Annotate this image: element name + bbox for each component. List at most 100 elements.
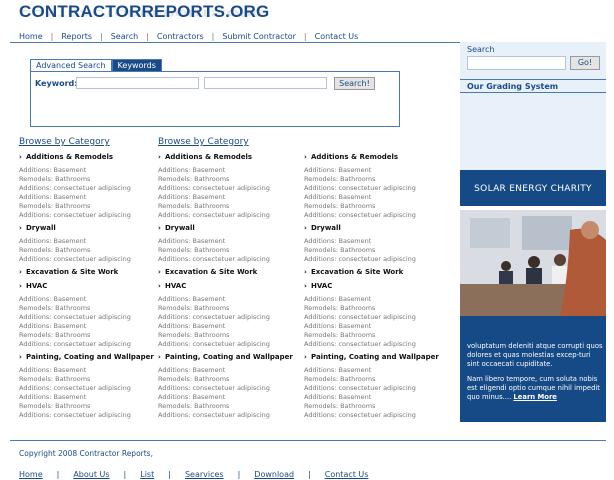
category-heading[interactable]: › Drywall bbox=[304, 224, 341, 232]
category-item[interactable]: Additions: consectetuer adipiscing bbox=[304, 313, 416, 322]
category-item[interactable]: Remodels: Bathrooms bbox=[158, 246, 229, 255]
category-item[interactable]: Additions: consectetuer adipiscing bbox=[158, 211, 270, 220]
category-item[interactable]: Remodels: Bathrooms bbox=[19, 331, 90, 340]
footer-link-contact-us[interactable]: Contact Us bbox=[325, 470, 369, 479]
tab-advanced-search[interactable]: Advanced Search bbox=[30, 59, 112, 71]
category-heading[interactable]: › Drywall bbox=[158, 224, 195, 232]
browse-by-category-link[interactable]: Browse by Category bbox=[19, 137, 110, 147]
category-item[interactable]: Additions: Basement bbox=[158, 193, 225, 202]
category-item[interactable]: Remodels: Bathrooms bbox=[19, 246, 90, 255]
category-item[interactable]: Remodels: Bathrooms bbox=[304, 202, 375, 211]
category-item[interactable]: Additions: consectetuer adipiscing bbox=[19, 184, 131, 193]
category-item[interactable]: Additions: consectetuer adipiscing bbox=[19, 384, 131, 393]
nav-submit-contractor[interactable]: Submit Contractor bbox=[222, 32, 296, 41]
category-heading[interactable]: › Painting, Coating and Wallpaper bbox=[158, 353, 293, 361]
category-item[interactable]: Remodels: Bathrooms bbox=[19, 402, 90, 411]
category-item[interactable]: Remodels: Bathrooms bbox=[158, 202, 229, 211]
category-item[interactable]: Additions: Basement bbox=[304, 366, 371, 375]
category-item[interactable]: Additions: consectetuer adipiscing bbox=[19, 255, 131, 264]
go-button[interactable]: Go! bbox=[570, 56, 600, 70]
category-item[interactable]: Additions: Basement bbox=[304, 295, 371, 304]
category-item[interactable]: Additions: Basement bbox=[158, 237, 225, 246]
category-item[interactable]: Additions: consectetuer adipiscing bbox=[19, 211, 131, 220]
footer-link-home[interactable]: Home bbox=[19, 470, 43, 479]
grading-system-link[interactable]: Our Grading System bbox=[467, 82, 558, 91]
nav-home[interactable]: Home bbox=[19, 32, 43, 41]
nav-search[interactable]: Search bbox=[111, 32, 138, 41]
category-item[interactable]: Additions: Basement bbox=[304, 237, 371, 246]
category-item[interactable]: Remodels: Bathrooms bbox=[304, 246, 375, 255]
category-item[interactable]: Remodels: Bathrooms bbox=[304, 375, 375, 384]
category-item[interactable]: Additions: Basement bbox=[19, 393, 86, 402]
category-item[interactable]: Additions: Basement bbox=[19, 193, 86, 202]
category-item[interactable]: Additions: Basement bbox=[19, 322, 86, 331]
category-item[interactable]: Remodels: Bathrooms bbox=[158, 375, 229, 384]
category-item[interactable]: Additions: Basement bbox=[19, 366, 86, 375]
category-item[interactable]: Additions: Basement bbox=[158, 366, 225, 375]
category-item[interactable]: Additions: consectetuer adipiscing bbox=[304, 340, 416, 349]
category-heading[interactable]: › HVAC bbox=[19, 282, 47, 290]
nav-contact-us[interactable]: Contact Us bbox=[315, 32, 359, 41]
category-heading[interactable]: › Painting, Coating and Wallpaper bbox=[19, 353, 154, 361]
category-item[interactable]: Additions: Basement bbox=[304, 166, 371, 175]
category-item[interactable]: Additions: consectetuer adipiscing bbox=[19, 411, 131, 420]
category-item[interactable]: Additions: consectetuer adipiscing bbox=[158, 313, 270, 322]
category-item[interactable]: Remodels: Bathrooms bbox=[304, 331, 375, 340]
category-item[interactable]: Additions: Basement bbox=[19, 295, 86, 304]
category-item[interactable]: Additions: Basement bbox=[19, 237, 86, 246]
category-heading[interactable]: › Painting, Coating and Wallpaper bbox=[304, 353, 439, 361]
category-item[interactable]: Remodels: Bathrooms bbox=[158, 331, 229, 340]
category-item[interactable]: Remodels: Bathrooms bbox=[158, 304, 229, 313]
search-button[interactable]: Search! bbox=[334, 77, 375, 90]
category-item[interactable]: Additions: consectetuer adipiscing bbox=[304, 184, 416, 193]
category-item[interactable]: Additions: Basement bbox=[304, 322, 371, 331]
category-item[interactable]: Additions: consectetuer adipiscing bbox=[304, 255, 416, 264]
category-item[interactable]: Additions: Basement bbox=[304, 193, 371, 202]
category-item[interactable]: Remodels: Bathrooms bbox=[19, 375, 90, 384]
category-item[interactable]: Additions: Basement bbox=[158, 166, 225, 175]
category-item[interactable]: Remodels: Bathrooms bbox=[19, 175, 90, 184]
category-heading[interactable]: › Excavation & Site Work bbox=[19, 268, 118, 276]
category-heading[interactable]: › Additions & Remodels bbox=[19, 153, 113, 161]
category-item[interactable]: Additions: consectetuer adipiscing bbox=[304, 384, 416, 393]
sidebar-search-input[interactable] bbox=[467, 56, 566, 70]
footer-link-download[interactable]: Download bbox=[254, 470, 294, 479]
category-item[interactable]: Additions: consectetuer adipiscing bbox=[158, 255, 270, 264]
category-item[interactable]: Additions: Basement bbox=[158, 393, 225, 402]
nav-reports[interactable]: Reports bbox=[61, 32, 92, 41]
category-item[interactable]: Remodels: Bathrooms bbox=[158, 175, 229, 184]
category-item[interactable]: Remodels: Bathrooms bbox=[19, 304, 90, 313]
category-item[interactable]: Additions: consectetuer adipiscing bbox=[158, 384, 270, 393]
category-item[interactable]: Additions: Basement bbox=[158, 295, 225, 304]
category-heading[interactable]: › Additions & Remodels bbox=[304, 153, 398, 161]
footer-link-services[interactable]: Searvices bbox=[185, 470, 224, 479]
category-item[interactable]: Additions: consectetuer adipiscing bbox=[158, 411, 270, 420]
category-item[interactable]: Additions: consectetuer adipiscing bbox=[304, 411, 416, 420]
learn-more-link[interactable]: Learn More bbox=[513, 393, 556, 401]
category-item[interactable]: Remodels: Bathrooms bbox=[304, 175, 375, 184]
category-item[interactable]: Remodels: Bathrooms bbox=[19, 202, 90, 211]
category-item[interactable]: Additions: Basement bbox=[19, 166, 86, 175]
category-heading[interactable]: › Drywall bbox=[19, 224, 56, 232]
tab-keywords[interactable]: Keywords bbox=[111, 59, 162, 71]
category-heading[interactable]: › HVAC bbox=[158, 282, 186, 290]
category-heading[interactable]: › Additions & Remodels bbox=[158, 153, 252, 161]
footer-link-list[interactable]: List bbox=[140, 470, 154, 479]
category-heading[interactable]: › Excavation & Site Work bbox=[304, 268, 403, 276]
category-heading[interactable]: › Excavation & Site Work bbox=[158, 268, 257, 276]
footer-link-about-us[interactable]: About Us bbox=[73, 470, 109, 479]
category-item[interactable]: Additions: consectetuer adipiscing bbox=[158, 340, 270, 349]
category-heading[interactable]: › HVAC bbox=[304, 282, 332, 290]
category-item[interactable]: Additions: consectetuer adipiscing bbox=[19, 340, 131, 349]
category-item[interactable]: Additions: consectetuer adipiscing bbox=[304, 211, 416, 220]
category-item[interactable]: Additions: Basement bbox=[158, 322, 225, 331]
browse-by-category-link[interactable]: Browse by Category bbox=[158, 137, 249, 147]
category-item[interactable]: Additions: consectetuer adipiscing bbox=[158, 184, 270, 193]
category-item[interactable]: Remodels: Bathrooms bbox=[158, 402, 229, 411]
category-item[interactable]: Remodels: Bathrooms bbox=[304, 402, 375, 411]
category-item[interactable]: Additions: Basement bbox=[304, 393, 371, 402]
category-item[interactable]: Remodels: Bathrooms bbox=[304, 304, 375, 313]
category-item[interactable]: Additions: consectetuer adipiscing bbox=[19, 313, 131, 322]
nav-contractors[interactable]: Contractors bbox=[157, 32, 204, 41]
keyword-input-1[interactable] bbox=[76, 77, 199, 89]
